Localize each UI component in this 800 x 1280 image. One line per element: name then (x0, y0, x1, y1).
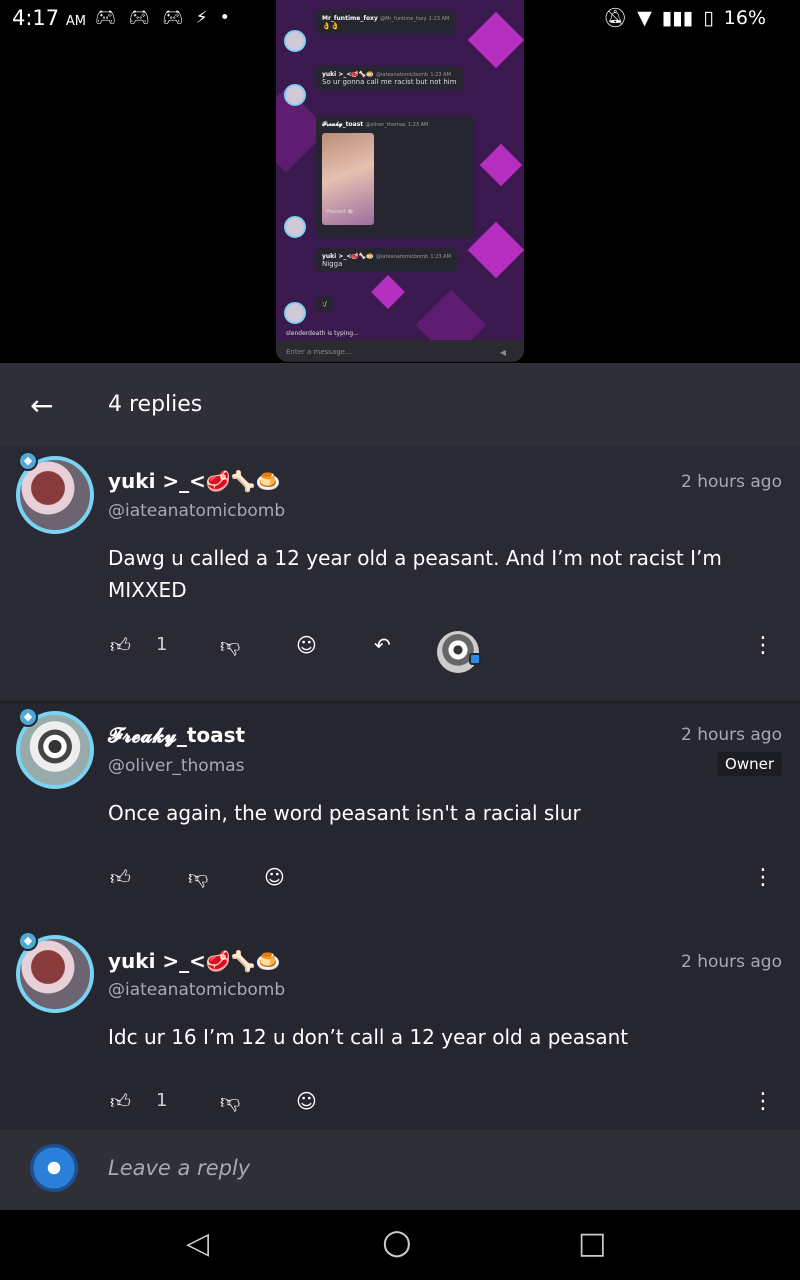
dislike-icon[interactable]: 👎︎ (188, 865, 208, 890)
back-arrow-icon[interactable]: ← (30, 389, 53, 422)
reply-item: ◆ yuki >_<🥩🦴🍮 @iateanatomicbomb 2 hours … (0, 447, 800, 701)
reply-item: ◆ 𝓕𝓻𝓮𝓪𝓴𝔂_toast @oliver_thomas 2 hours ag… (0, 703, 800, 919)
reply-list[interactable]: ◆ yuki >_<🥩🦴🍮 @iateanatomicbomb 2 hours … (0, 447, 800, 1130)
chat-message: 𝓕𝓻𝓮𝓪𝓴𝔂_toast @oliver_thomas 1:23 AM Peas… (316, 116, 474, 238)
message-input: Enter a message... ◀ (276, 340, 524, 362)
lte-signal-icon: ▮▮▮ (661, 6, 694, 29)
decor-diamond (467, 221, 524, 279)
notifications-off-icon: 🔕︎ (603, 7, 628, 29)
chat-message: Mr_funtime_foxy @Mr_funtime_foxy 1:23 AM… (316, 10, 456, 34)
replier-avatar[interactable] (437, 631, 479, 673)
level-badge-icon: ◆ (18, 707, 38, 727)
user-handle: @iateanatomicbomb (108, 501, 286, 521)
reply-actions: 👍︎ 1 👎︎ ☺ ↶ ⋮ (0, 631, 800, 673)
timestamp: 2 hours ago (680, 952, 782, 972)
dislike-icon[interactable]: 👎︎ (220, 633, 240, 658)
more-options-icon[interactable]: ⋮ (752, 865, 774, 890)
status-system-icons: 🔕︎ ▼ ▮▮▮ ▯ 16% (603, 6, 766, 30)
bolt-icon: ⚡︎ (195, 8, 208, 28)
status-notification-icons: 🎮︎ 🎮︎ 🎮︎ ⚡︎ • (95, 8, 230, 28)
user-handle: @iateanatomicbomb (108, 980, 286, 1000)
reply-text: Once again, the word peasant isn't a rac… (108, 801, 581, 825)
send-icon: ◀ (499, 348, 506, 357)
replies-header: ← 4 replies (0, 363, 800, 447)
more-options-icon[interactable]: ⋮ (752, 1089, 774, 1114)
reply-text: Dawg u called a 12 year old a peasant. A… (108, 546, 722, 602)
add-reaction-icon[interactable]: ☺ (296, 1089, 317, 1113)
typing-indicator: slenderdeath is typing... (286, 330, 359, 337)
username[interactable]: yuki >_<🥩🦴🍮 (108, 949, 281, 973)
current-user-avatar[interactable] (30, 1144, 78, 1192)
more-options-icon[interactable]: ⋮ (752, 633, 774, 658)
gamepad-icon: 🎮︎ (95, 8, 117, 28)
reply-text: Idc ur 16 I’m 12 u don’t call a 12 year … (108, 1025, 629, 1049)
like-icon[interactable]: 👍︎ (110, 1089, 131, 1114)
attached-screenshot[interactable]: Mr_funtime_foxy @Mr_funtime_foxy 1:23 AM… (276, 0, 524, 362)
avatar (284, 216, 306, 238)
avatar (284, 302, 306, 324)
add-reaction-icon[interactable]: ☺ (296, 633, 317, 657)
chat-message: yuki >_<🥩🦴🍮 @iateanatomicbomb 1:23 AM Ni… (316, 248, 457, 272)
online-indicator (469, 653, 481, 665)
gamepad-icon: 🎮︎ (128, 8, 151, 28)
system-nav-bar: ◁ ○ □ (0, 1210, 800, 1280)
timestamp: 2 hours ago (680, 725, 782, 745)
chat-message: :/ (316, 296, 333, 312)
reply-actions: 👍︎ 1 👎︎ ☺ ⋮ (0, 1089, 800, 1129)
decor-diamond (479, 143, 523, 187)
dot-icon: • (219, 8, 230, 28)
reply-icon[interactable]: ↶ (374, 633, 391, 657)
reply-actions: 👍︎ 👎︎ ☺ ⋮ (0, 865, 800, 905)
reply-item: ◆ yuki >_<🥩🦴🍮 @iateanatomicbomb 2 hours … (0, 927, 800, 1127)
username[interactable]: yuki >_<🥩🦴🍮 (108, 469, 281, 493)
wifi-icon: ▼ (637, 6, 652, 29)
like-icon[interactable]: 👍︎ (110, 633, 131, 658)
status-time: 4:17 AM (12, 6, 86, 30)
battery-percent: 16% (723, 6, 766, 29)
reply-input[interactable]: Leave a reply (108, 1156, 250, 1180)
timestamp: 2 hours ago (680, 472, 782, 492)
gamepad-icon: 🎮︎ (162, 8, 184, 28)
like-count: 1 (156, 1090, 168, 1111)
add-reaction-icon[interactable]: ☺ (264, 865, 285, 889)
battery-icon: ▯ (703, 6, 714, 29)
level-badge-icon: ◆ (18, 451, 38, 471)
owner-badge: Owner (717, 752, 782, 776)
avatar (284, 84, 306, 106)
nav-home-icon[interactable]: ○ (382, 1222, 412, 1262)
avatar (284, 30, 306, 52)
nav-back-icon[interactable]: ◁ (186, 1226, 209, 1261)
nav-recents-icon[interactable]: □ (578, 1226, 606, 1261)
page-title: 4 replies (108, 392, 203, 417)
decor-diamond (467, 11, 524, 69)
dislike-icon[interactable]: 👎︎ (220, 1089, 240, 1114)
decor-diamond (371, 275, 405, 309)
like-icon[interactable]: 👍︎ (110, 865, 131, 890)
reply-composer: Leave a reply (0, 1130, 800, 1210)
like-count: 1 (156, 634, 168, 655)
user-handle: @oliver_thomas (108, 756, 245, 776)
level-badge-icon: ◆ (18, 931, 38, 951)
username[interactable]: 𝓕𝓻𝓮𝓪𝓴𝔂_toast (108, 723, 245, 747)
chat-message: yuki >_<🥩🦴🍮 @iateanatomicbomb 1:23 AM So… (316, 66, 463, 90)
